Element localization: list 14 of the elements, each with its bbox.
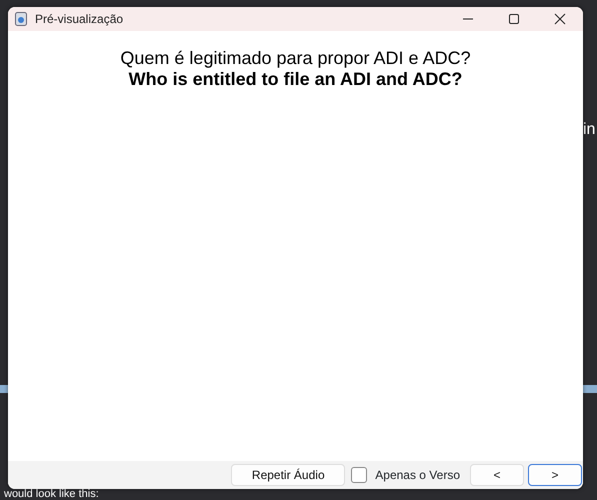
checkbox-label: Apenas o Verso (375, 467, 460, 484)
close-icon (554, 13, 566, 25)
answer-text: Who is entitled to file an ADI and ADC? (128, 69, 464, 90)
question-text: Quem é legitimado para propor ADI e ADC? (119, 48, 472, 69)
maximize-icon (508, 13, 520, 25)
paragraph-text: would look like this: (4, 488, 99, 500)
repeat-audio-button[interactable]: Repetir Áudio (231, 464, 346, 486)
previous-button[interactable]: < (470, 464, 524, 486)
next-button[interactable]: > (528, 464, 582, 486)
app-icon (15, 12, 27, 26)
checkbox[interactable] (351, 467, 368, 483)
window-title: Pré-visualização (35, 11, 124, 28)
highlight-bar (583, 385, 597, 393)
text-fragment: in (583, 120, 596, 140)
